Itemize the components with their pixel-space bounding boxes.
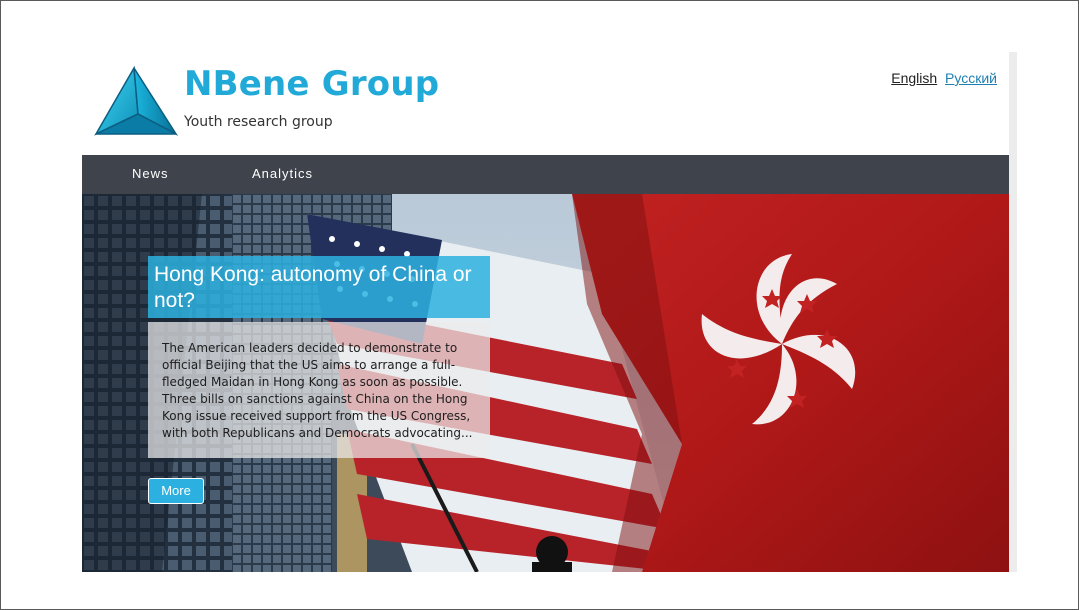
main-nav: News Analytics — [82, 155, 1009, 194]
more-button[interactable]: More — [148, 478, 204, 504]
brand-name[interactable]: NBene Group — [184, 64, 439, 104]
nav-item-news[interactable]: News — [132, 166, 169, 181]
scrollbar-gutter — [1009, 52, 1017, 572]
pyramid-logo-icon[interactable] — [94, 66, 178, 138]
site-header: NBene Group Youth research group English… — [82, 52, 1009, 155]
hero-slide: Hong Kong: autonomy of China or not? The… — [82, 194, 1009, 572]
language-english[interactable]: English — [891, 70, 937, 86]
language-switcher: English Русский — [891, 70, 997, 86]
website: NBene Group Youth research group English… — [82, 52, 1009, 572]
article-headline[interactable]: Hong Kong: autonomy of China or not? — [154, 262, 488, 314]
article-excerpt: The American leaders decided to demonstr… — [162, 341, 473, 440]
brand-tagline: Youth research group — [184, 114, 333, 130]
headline-box: Hong Kong: autonomy of China or not? — [148, 256, 490, 318]
language-russian-link[interactable]: Русский — [945, 70, 997, 86]
nav-item-analytics[interactable]: Analytics — [252, 166, 313, 181]
excerpt-box: The American leaders decided to demonstr… — [148, 322, 490, 458]
